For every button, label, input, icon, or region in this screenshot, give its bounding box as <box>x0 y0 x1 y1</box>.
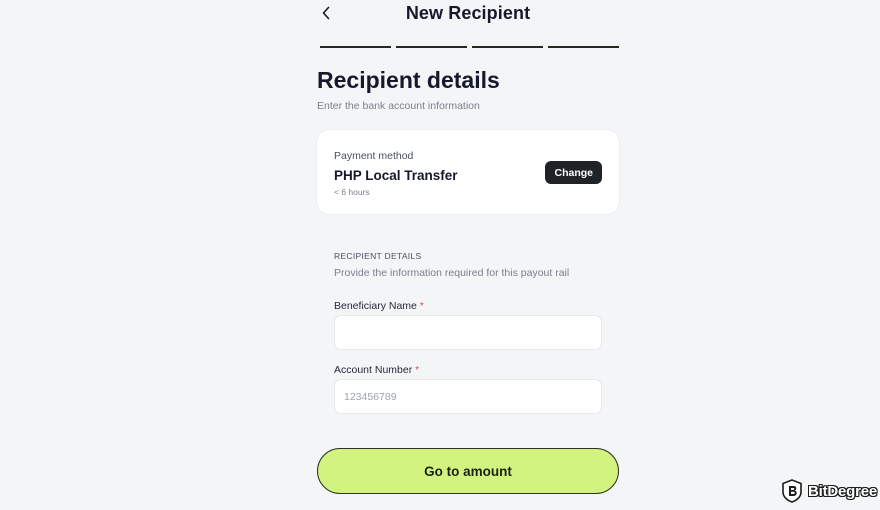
beneficiary-name-input[interactable] <box>334 315 602 350</box>
change-button[interactable]: Change <box>545 161 602 184</box>
section-subtitle: Enter the bank account information <box>317 100 480 112</box>
bitdegree-watermark: BitDegree <box>781 479 877 503</box>
step-progress <box>320 46 619 48</box>
payment-method-name: PHP Local Transfer <box>334 168 458 183</box>
beneficiary-name-label-text: Beneficiary Name <box>334 300 417 312</box>
payment-method-time: < 6 hours <box>334 187 370 197</box>
go-to-amount-button[interactable]: Go to amount <box>317 448 619 494</box>
payment-method-label: Payment method <box>334 150 414 162</box>
beneficiary-name-label: Beneficiary Name * <box>334 300 424 312</box>
required-marker: * <box>415 364 420 376</box>
bitdegree-logo-icon <box>782 479 802 503</box>
progress-step-4 <box>548 46 619 48</box>
section-title: Recipient details <box>317 67 500 93</box>
account-number-label-text: Account Number <box>334 364 413 376</box>
account-number-label: Account Number * <box>334 364 419 376</box>
page-title: New Recipient <box>405 3 531 23</box>
required-marker: * <box>419 300 424 312</box>
payment-method-card: Payment method PHP Local Transfer < 6 ho… <box>317 130 619 214</box>
progress-step-2 <box>396 46 467 48</box>
account-number-input[interactable] <box>334 379 602 414</box>
progress-step-3 <box>472 46 543 48</box>
watermark-text: BitDegree <box>808 482 878 500</box>
recipient-details-subheading: Provide the information required for thi… <box>334 267 570 279</box>
recipient-details-heading: RECIPIENT DETAILS <box>334 251 422 261</box>
progress-step-1 <box>320 46 391 48</box>
